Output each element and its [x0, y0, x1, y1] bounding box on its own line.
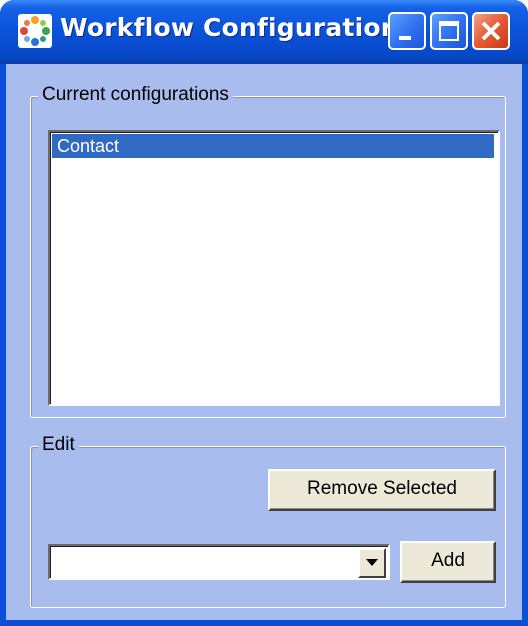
- edit-label: Edit: [38, 434, 79, 456]
- list-item-contact[interactable]: Contact: [52, 134, 494, 158]
- add-button[interactable]: Add: [400, 541, 496, 583]
- maximize-button[interactable]: [430, 12, 468, 50]
- close-button[interactable]: [472, 12, 510, 50]
- title-bar[interactable]: Workflow Configuration: [0, 0, 528, 64]
- minimize-button[interactable]: [388, 12, 426, 50]
- configuration-combo[interactable]: [48, 544, 390, 580]
- configurations-listbox[interactable]: Contact: [48, 130, 500, 406]
- client-area: Current configurations Contact Edit Remo…: [6, 64, 522, 620]
- close-icon: [481, 21, 501, 41]
- remove-selected-button[interactable]: Remove Selected: [268, 469, 496, 511]
- workflow-app-icon: [18, 14, 52, 48]
- dropdown-button[interactable]: [358, 548, 386, 578]
- current-configurations-label: Current configurations: [38, 84, 233, 106]
- maximize-icon: [439, 21, 459, 41]
- dropdown-arrow-icon: [366, 559, 378, 566]
- minimize-icon: [399, 36, 411, 40]
- window-title: Workflow Configuration: [60, 13, 399, 42]
- workflow-configuration-window: Workflow Configuration Current configura…: [0, 0, 528, 626]
